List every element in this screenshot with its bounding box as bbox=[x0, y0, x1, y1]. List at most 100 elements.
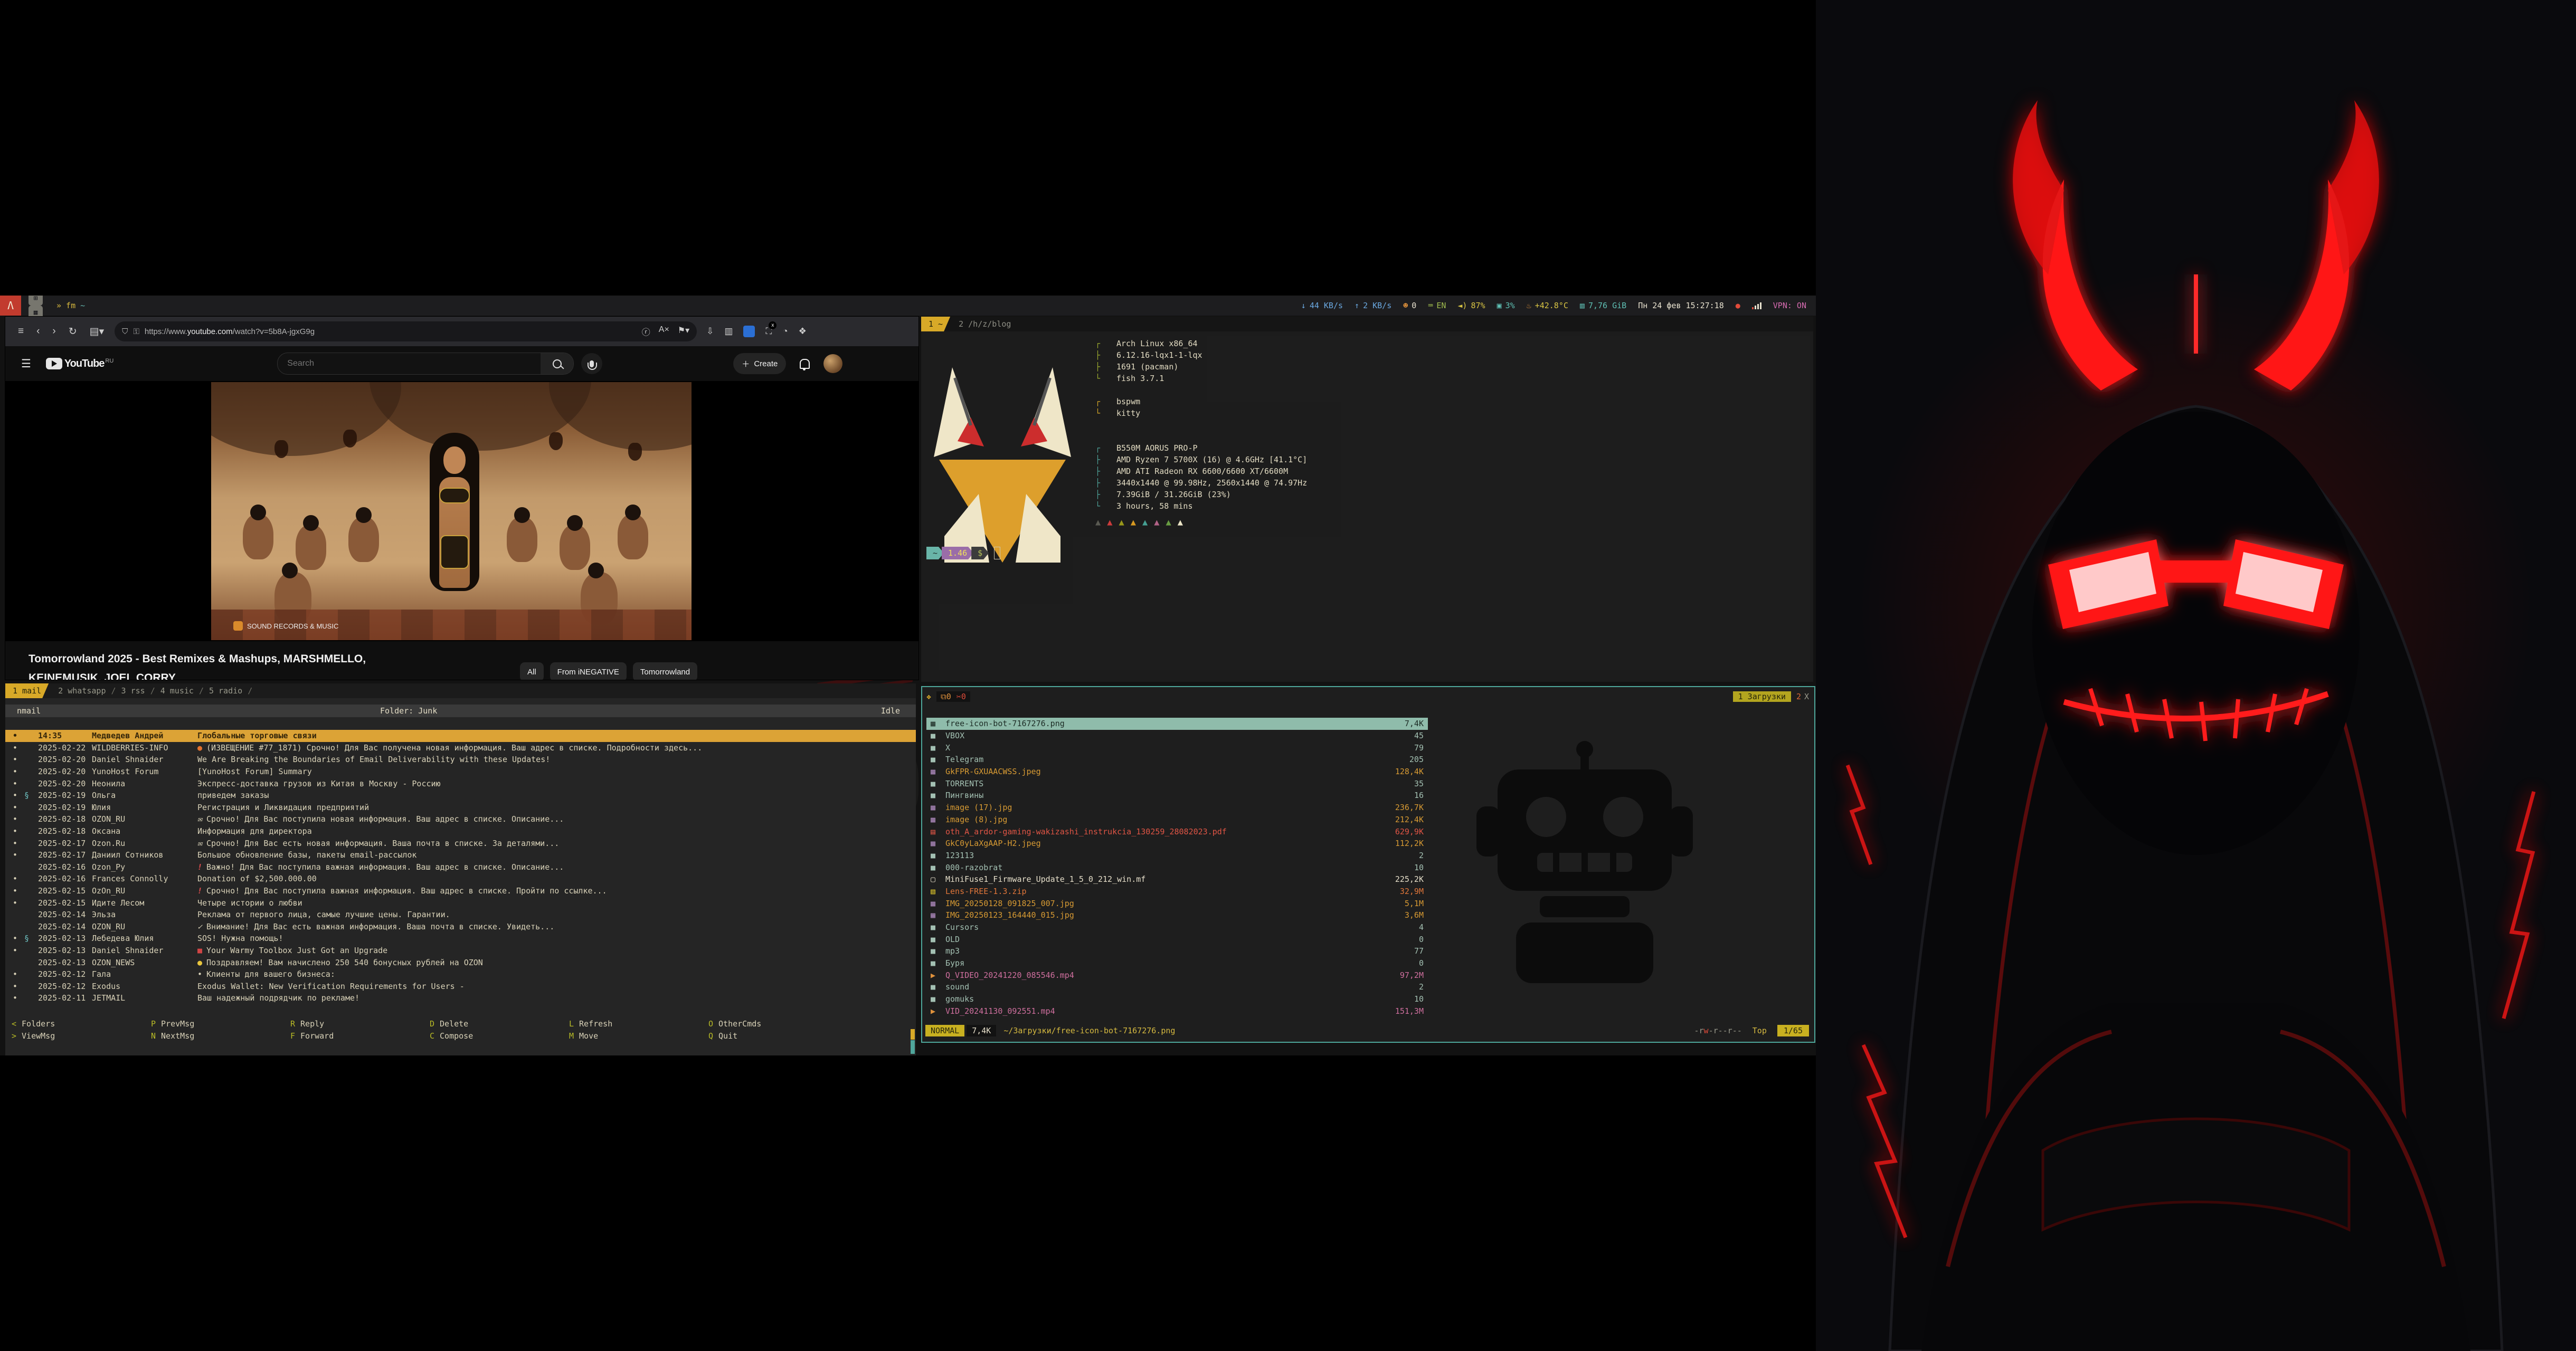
translate-icon[interactable]: A× bbox=[659, 325, 669, 338]
file-row[interactable]: Пингвины 16 bbox=[926, 789, 1428, 802]
youtube-logo[interactable]: YouTube RU bbox=[46, 358, 113, 370]
tab-inactive[interactable]: 5 radio bbox=[209, 686, 242, 696]
tab-inactive[interactable]: 2 /h/z/blog bbox=[959, 319, 1011, 329]
mail-row[interactable]: 14:35 Медведев Андрей Глобальные торговы… bbox=[5, 730, 916, 742]
file-row[interactable]: oth_A_ardor-gaming-wakizashi_instrukcia_… bbox=[926, 825, 1428, 838]
filter-chip[interactable]: Tomorrowland bbox=[633, 662, 697, 680]
mail-row[interactable]: 2025-02-20 Daniel Shnaider We Are Breaki… bbox=[5, 754, 916, 766]
keybind[interactable]: LRefresh bbox=[563, 1019, 702, 1029]
keyboard-layout-module[interactable]: ⌨EN bbox=[1428, 301, 1446, 310]
back-button[interactable]: ‹ bbox=[36, 326, 40, 337]
mail-row[interactable]: 2025-02-17 Даниил Сотников Большое обнов… bbox=[5, 849, 916, 861]
file-row[interactable]: VBOX 45 bbox=[926, 730, 1428, 742]
bookmark-icon[interactable]: ⚑▾ bbox=[678, 325, 689, 338]
url-text[interactable]: https://www.youtube.com/watch?v=5b8A-jgx… bbox=[145, 327, 315, 336]
file-row[interactable]: IMG_20250123_164440_015.jpg 3,6M bbox=[926, 909, 1428, 921]
video-title[interactable]: Tomorrowland 2025 - Best Remixes & Mashu… bbox=[29, 650, 504, 680]
keybind[interactable]: MMove bbox=[563, 1031, 702, 1041]
keybind[interactable]: OOtherCmds bbox=[702, 1019, 841, 1029]
file-row[interactable]: image (17).jpg 236,7K bbox=[926, 802, 1428, 814]
voice-search-button[interactable] bbox=[581, 353, 602, 374]
download-icon[interactable]: ⇩ bbox=[706, 326, 714, 337]
file-row[interactable]: free-icon-bot-7167276.png 7,4K bbox=[926, 718, 1428, 730]
forward-button[interactable]: › bbox=[52, 326, 55, 337]
file-row[interactable]: gomuks 10 bbox=[926, 993, 1428, 1005]
mail-row[interactable]: 2025-02-13 Лебедева Юлия SOS! Нужна помо… bbox=[5, 933, 916, 945]
file-row[interactable]: image (8).jpg 212,4K bbox=[926, 814, 1428, 826]
shield-icon[interactable]: ⛉ bbox=[122, 327, 128, 336]
mail-row[interactable]: 2025-02-16 Frances Connolly Donation of … bbox=[5, 873, 916, 885]
tab-mail-active[interactable]: 1 mail bbox=[5, 683, 49, 698]
mail-scroll-indicator2[interactable] bbox=[911, 1040, 915, 1054]
video-player[interactable]: SOUND RECORDS & MUSIC bbox=[211, 382, 692, 640]
reader-button[interactable]: ▤▾ bbox=[90, 326, 105, 338]
file-row[interactable]: sound 2 bbox=[926, 981, 1428, 993]
file-row[interactable]: 123113 2 bbox=[926, 850, 1428, 862]
search-button[interactable] bbox=[541, 353, 573, 374]
mail-row[interactable]: 2025-02-22 WILDBERRIES-INFO (ИЗВЕЩЕНИЕ #… bbox=[5, 742, 916, 754]
file-row[interactable]: VID_20241130_092551.mp4 151,3M bbox=[926, 1005, 1428, 1017]
file-row[interactable]: MiniFuse1_Firmware_Update_1_5_0_212_win.… bbox=[926, 873, 1428, 886]
mail-row[interactable]: 2025-02-18 OZON_RU Срочно! Для Вас посту… bbox=[5, 813, 916, 825]
mail-row[interactable]: 2025-02-13 OZON_NEWS Поздравляем! Вам на… bbox=[5, 956, 916, 968]
notifications-bell-icon[interactable] bbox=[800, 359, 810, 369]
arch-menu-button[interactable]: Λ bbox=[0, 296, 21, 316]
tab-active[interactable]: 1 ~ bbox=[921, 317, 950, 331]
create-button[interactable]: ＋Create bbox=[733, 353, 786, 374]
search-bar[interactable] bbox=[277, 353, 574, 375]
fm-tab-inactive[interactable]: 2X bbox=[1796, 692, 1809, 701]
file-row[interactable]: Буря 0 bbox=[926, 957, 1428, 969]
file-row[interactable]: GkC0yLaXgAAP-H2.jpeg 112,2K bbox=[926, 838, 1428, 850]
keybind[interactable]: RReply bbox=[284, 1019, 423, 1029]
file-row[interactable]: Q_VIDEO_20241220_085546.mp4 97,2M bbox=[926, 969, 1428, 981]
keybind[interactable]: <Folders bbox=[5, 1019, 145, 1029]
keybind[interactable]: CCompose bbox=[423, 1031, 563, 1041]
mail-scroll-indicator[interactable] bbox=[911, 1029, 915, 1040]
extension-blue-icon[interactable] bbox=[743, 326, 755, 337]
mail-row[interactable]: 2025-02-12 Гала Клиенты для вашего бизне… bbox=[5, 968, 916, 981]
mail-row[interactable]: 2025-02-14 Эльза Реклама от первого лица… bbox=[5, 909, 916, 921]
mail-row[interactable]: 2025-02-20 Неонила Экспресс-доставка гру… bbox=[5, 777, 916, 789]
mail-row[interactable]: 2025-02-14 OZON_RU Внимание! Для Вас ест… bbox=[5, 921, 916, 933]
keybind[interactable]: NNextMsg bbox=[145, 1031, 284, 1041]
url-bar[interactable]: ⛉ ⚿ https://www.youtube.com/watch?v=5b8A… bbox=[115, 321, 697, 341]
keybind[interactable]: FForward bbox=[284, 1031, 423, 1041]
youtube-menu-icon[interactable]: ☰ bbox=[21, 357, 31, 370]
menu-icon[interactable]: ≡ bbox=[18, 326, 24, 337]
file-row[interactable]: Lens-FREE-1.3.zip 32,9M bbox=[926, 886, 1428, 898]
adblock-icon[interactable]: ◔ bbox=[782, 326, 788, 337]
tab-inactive[interactable]: 3 rss bbox=[121, 686, 145, 696]
clock-module[interactable]: Пн 24 фев 15:27:18 bbox=[1638, 301, 1724, 310]
sidebar-icon[interactable]: ▥ bbox=[724, 326, 733, 337]
file-row[interactable]: mp3 77 bbox=[926, 945, 1428, 957]
extensions-puzzle-icon[interactable]: ❖ bbox=[799, 326, 807, 337]
file-row[interactable]: GkFPR-GXUAACWSS.jpeg 128,4K bbox=[926, 766, 1428, 778]
mail-row[interactable]: 2025-02-12 Exodus Exodus Wallet: New Ver… bbox=[5, 980, 916, 992]
tab-inactive[interactable]: 2 whatsapp bbox=[58, 686, 106, 696]
rss-icon[interactable]: ⓡ bbox=[642, 325, 650, 338]
keybind[interactable]: DDelete bbox=[423, 1019, 563, 1029]
tab-inactive[interactable]: 4 music bbox=[160, 686, 194, 696]
file-row[interactable]: OLD 0 bbox=[926, 933, 1428, 945]
filter-chip[interactable]: All bbox=[520, 662, 544, 680]
file-row[interactable]: IMG_20250128_091825_007.jpg 5,1M bbox=[926, 897, 1428, 909]
avatar[interactable] bbox=[823, 354, 842, 373]
file-row[interactable]: X 79 bbox=[926, 741, 1428, 754]
mail-row[interactable]: 2025-02-18 Оксана Информация для директо… bbox=[5, 825, 916, 838]
ghost-module[interactable]: ☻0 bbox=[1403, 301, 1416, 310]
search-input[interactable] bbox=[278, 358, 541, 369]
notification-module[interactable]: ● bbox=[1736, 301, 1740, 310]
file-row[interactable]: 000-razobrat 10 bbox=[926, 861, 1428, 873]
fm-tab-active[interactable]: 1 Загрузки bbox=[1733, 691, 1791, 702]
mail-row[interactable]: 2025-02-19 Юлия Регистрация и Ликвидация… bbox=[5, 802, 916, 814]
mail-row[interactable]: 2025-02-11 JETMAIL Ваш надежный подрядчи… bbox=[5, 992, 916, 1004]
mail-row[interactable]: 2025-02-20 YunoHost Forum [YunoHost Foru… bbox=[5, 766, 916, 778]
file-row[interactable]: Telegram 205 bbox=[926, 754, 1428, 766]
file-row[interactable]: Cursors 4 bbox=[926, 921, 1428, 934]
filter-chip[interactable]: From iNEGATIVE bbox=[550, 662, 627, 680]
vpn-module[interactable]: VPN: ON bbox=[1773, 301, 1806, 310]
shell-prompt[interactable]: ~ 1.46 $ bbox=[926, 547, 1000, 559]
volume-module[interactable]: ◄)87% bbox=[1457, 301, 1485, 310]
mail-row[interactable]: 2025-02-16 Ozon_Py Важно! Для Вас поступ… bbox=[5, 861, 916, 873]
keybind[interactable]: PPrevMsg bbox=[145, 1019, 284, 1029]
